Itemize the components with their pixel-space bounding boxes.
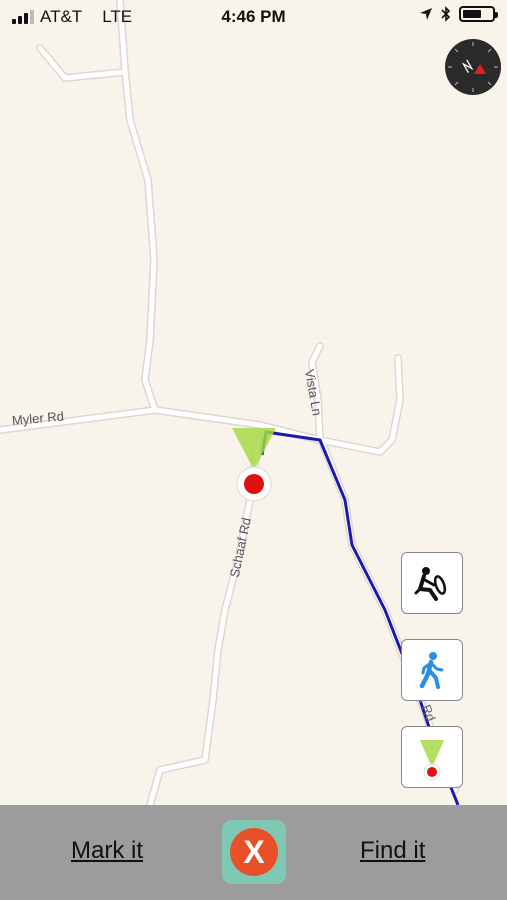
battery-icon: [459, 6, 498, 22]
location-arrow-icon: [420, 8, 432, 20]
mark-it-button[interactable]: Mark it: [71, 837, 143, 865]
status-bar: AT&T LTE 4:46 PM: [0, 0, 507, 34]
driving-mode-button[interactable]: [401, 552, 463, 614]
bluetooth-icon: [441, 6, 451, 22]
app-logo-button[interactable]: X: [222, 820, 286, 884]
walking-mode-button[interactable]: [401, 639, 463, 701]
marked-location-button[interactable]: [401, 726, 463, 788]
location-marker: [236, 466, 272, 502]
logo-letter: X: [243, 834, 265, 870]
compass-icon[interactable]: [444, 38, 502, 96]
bottom-toolbar: Mark it X Find it: [0, 805, 507, 900]
find-it-button[interactable]: Find it: [360, 837, 425, 865]
walking-mode-icon: [419, 652, 444, 689]
x-logo-icon: X: [230, 828, 278, 876]
marked-location-icon: [420, 740, 444, 781]
driving-mode-icon: [414, 567, 447, 601]
